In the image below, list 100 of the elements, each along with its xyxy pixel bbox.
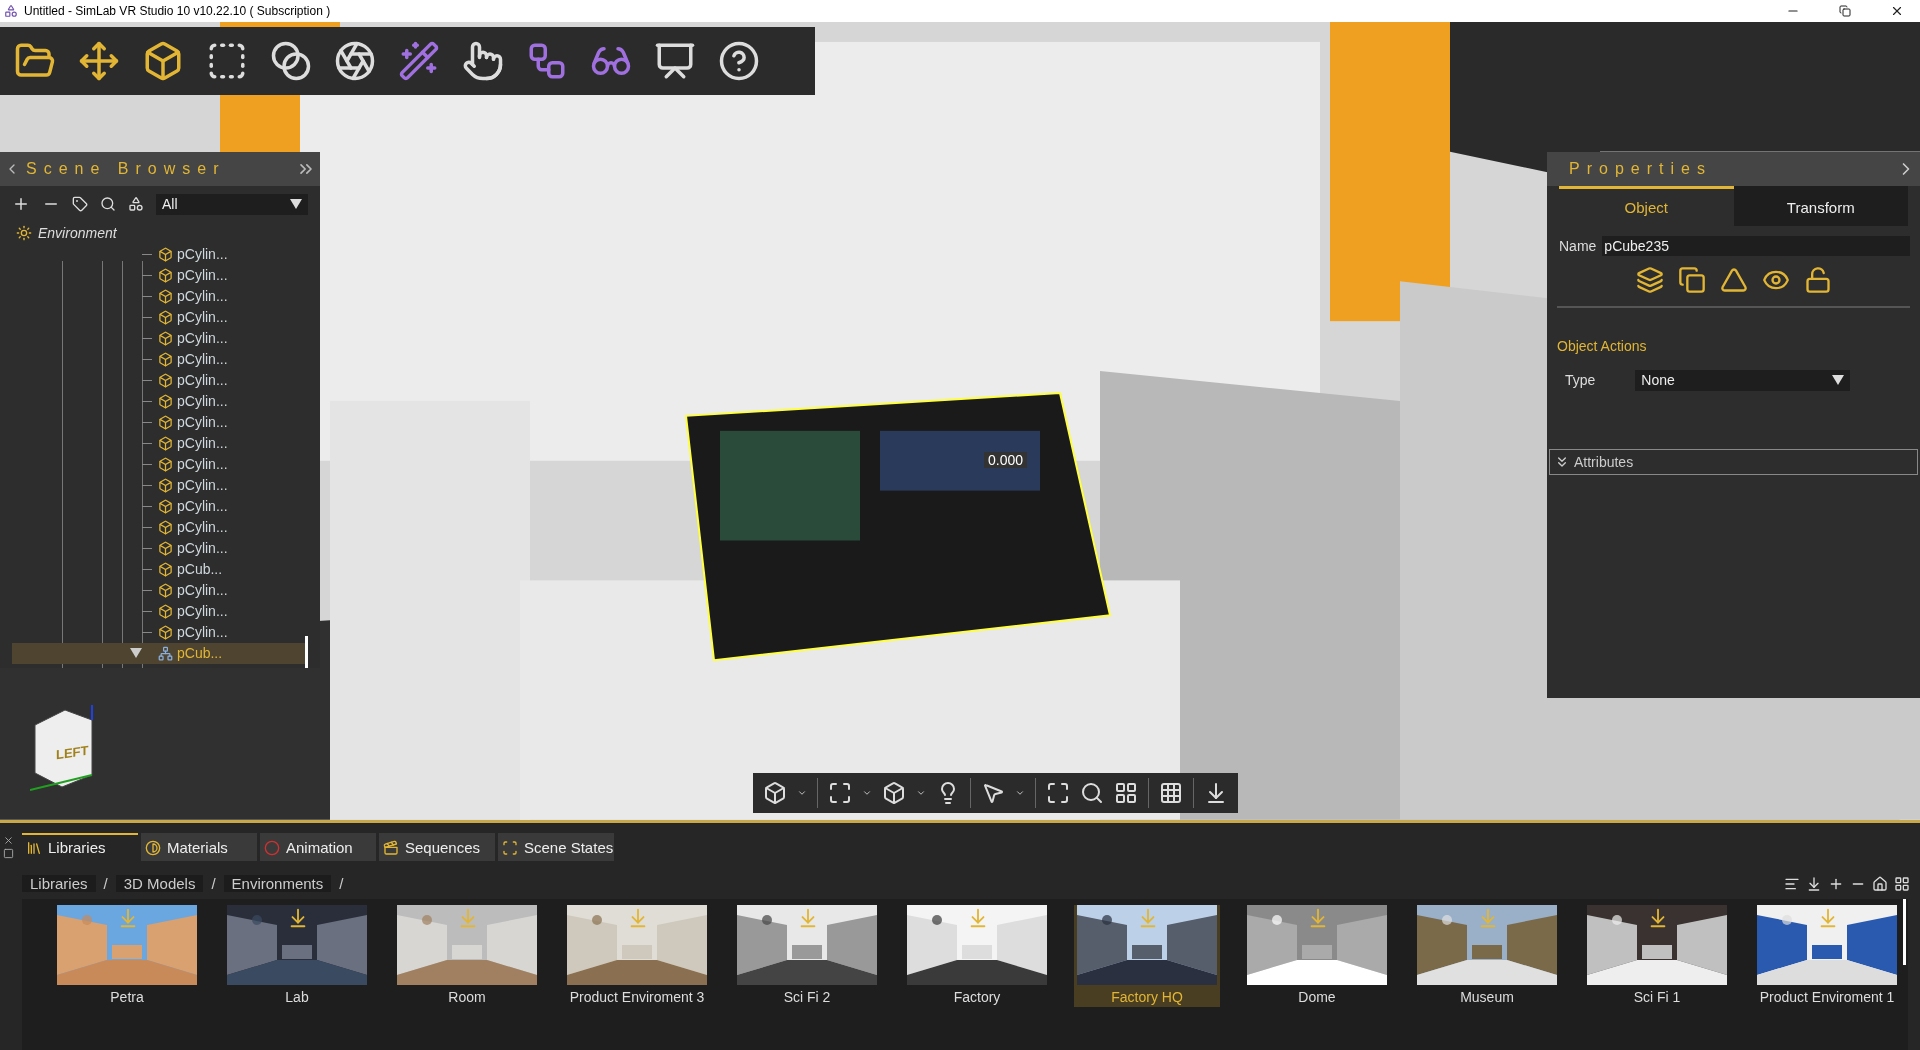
field-label: Name	[1559, 237, 1597, 254]
section-title: Attributes	[1574, 453, 1634, 470]
move-icon[interactable]	[78, 39, 120, 82]
tree-item[interactable]: pCylin...	[12, 474, 308, 496]
tree-item[interactable]: pCylin...	[12, 600, 308, 622]
cube-icon	[158, 246, 173, 262]
view-cube-label: LEFT	[56, 742, 89, 763]
caret-icon[interactable]	[130, 648, 142, 659]
scrollbar[interactable]	[1903, 898, 1906, 965]
caret-icon[interactable]	[290, 199, 302, 210]
tree-item[interactable]: pCylin...	[12, 411, 308, 433]
fit-view-icon[interactable]	[828, 780, 852, 805]
library-item[interactable]: Factory HQ	[1074, 904, 1220, 1007]
type-dropdown[interactable]: None	[1635, 369, 1851, 391]
tree-item[interactable]: pCylin...	[12, 369, 308, 391]
layers-icon[interactable]	[1635, 265, 1664, 294]
tree-item[interactable]: pCylin...	[12, 285, 308, 307]
library-item[interactable]: Product Enviroment 3	[564, 904, 710, 1007]
tree-item[interactable]: pCylin...	[12, 516, 308, 538]
aperture-icon[interactable]	[334, 39, 376, 82]
tree-item[interactable]: pCub...	[12, 558, 308, 580]
tree-item[interactable]: pCylin...	[12, 495, 308, 517]
library-item[interactable]: Sci Fi 1	[1584, 904, 1730, 1007]
search-icon[interactable]	[100, 196, 116, 213]
cube-icon	[158, 582, 173, 598]
cube-icon	[158, 435, 173, 451]
grid-icon[interactable]	[1159, 780, 1183, 805]
tab[interactable]: Sequences	[379, 832, 495, 861]
zoom-icon[interactable]	[1080, 780, 1104, 805]
spheres-icon[interactable]	[270, 39, 312, 82]
app-logo-icon	[4, 3, 18, 18]
unlock-icon[interactable]	[1803, 265, 1832, 294]
help-icon[interactable]	[718, 39, 760, 82]
name-field[interactable]: pCube235	[1602, 235, 1910, 256]
panel-title: Properties	[1569, 159, 1713, 178]
library-item[interactable]: Product Enviroment 1	[1754, 904, 1900, 1007]
tree-item[interactable]: pCub...	[12, 642, 308, 664]
restore-icon[interactable]	[1839, 4, 1851, 17]
library-item[interactable]: Room	[394, 904, 540, 1007]
zoom-extents-icon[interactable]	[1046, 780, 1070, 805]
tab[interactable]: Animation	[260, 832, 376, 861]
tree-item[interactable]: pCylin...	[12, 306, 308, 328]
breadcrumb-link[interactable]: Libraries	[22, 875, 96, 893]
tree-item[interactable]: pCylin...	[12, 579, 308, 601]
clapperboard-icon	[383, 839, 399, 856]
tag-icon[interactable]	[72, 196, 88, 213]
tree-item[interactable]: pCylin...	[12, 432, 308, 454]
cube-icon	[158, 498, 173, 514]
library-item[interactable]: Petra	[54, 904, 200, 1007]
filter-dropdown[interactable]: All	[156, 193, 308, 215]
download-icon[interactable]	[1806, 875, 1822, 892]
cube-icon	[158, 330, 173, 346]
shapes-icon[interactable]	[128, 196, 144, 213]
cube-icon	[158, 540, 173, 556]
library-item[interactable]: Dome	[1244, 904, 1390, 1007]
tree-item[interactable]: pCylin...	[12, 453, 308, 475]
breadcrumb-link[interactable]: Environments	[223, 875, 332, 893]
library-item[interactable]: Factory	[904, 904, 1050, 1007]
cube-icon	[158, 351, 173, 367]
cube-icon	[158, 456, 173, 472]
cube-icon	[158, 372, 173, 388]
tree-item[interactable]: Environment	[38, 225, 117, 242]
breadcrumb-separator: /	[211, 875, 216, 893]
cube-icon	[158, 288, 173, 304]
tree-item[interactable]: pCylin...	[12, 264, 308, 286]
scrollbar[interactable]	[305, 635, 308, 668]
float-icon[interactable]	[3, 847, 14, 859]
breadcrumb-link[interactable]: 3D Models	[115, 875, 204, 893]
window-title: Untitled - SimLab VR Studio 10 v10.22.10 ( Subscription )	[24, 3, 332, 18]
close-icon[interactable]	[3, 834, 14, 846]
magic-wand-icon[interactable]	[398, 39, 440, 82]
tree-item[interactable]: pCylin...	[12, 348, 308, 370]
home-icon[interactable]	[1872, 875, 1888, 892]
triangle-icon[interactable]	[1719, 265, 1748, 294]
attributes-header[interactable]: Attributes	[1549, 448, 1918, 475]
tree-item[interactable]: pCylin...	[12, 390, 308, 412]
tree-item[interactable]: pCylin...	[12, 621, 308, 643]
breadcrumb-separator: /	[339, 875, 344, 893]
cube-icon	[158, 477, 173, 493]
shading-icon[interactable]	[882, 780, 906, 805]
cube-icon	[158, 624, 173, 640]
tree-item[interactable]: pCylin...	[12, 537, 308, 559]
grid-view-icon[interactable]	[1894, 875, 1910, 892]
tab[interactable]: Materials	[141, 832, 257, 861]
hand-pointer-icon[interactable]	[462, 39, 504, 82]
view-cube-icon[interactable]	[763, 780, 787, 805]
tree-item[interactable]: pCylin...	[12, 327, 308, 349]
cube-icon	[158, 519, 173, 535]
library-item[interactable]: Lab	[224, 904, 370, 1007]
tab[interactable]: Transform	[1733, 185, 1908, 226]
caret-icon[interactable]	[1832, 375, 1845, 386]
library-item[interactable]: Sci Fi 2	[734, 904, 880, 1007]
library-item[interactable]: Museum	[1414, 904, 1560, 1007]
cube-icon	[158, 309, 173, 325]
tab[interactable]: Scene States	[498, 832, 614, 861]
section-title: Object Actions	[1557, 337, 1648, 354]
panel-title: Scene Browser	[26, 159, 227, 178]
frame-icon	[502, 839, 518, 856]
copy-icon[interactable]	[1677, 265, 1706, 294]
tree-item[interactable]: pCylin...	[12, 243, 308, 265]
